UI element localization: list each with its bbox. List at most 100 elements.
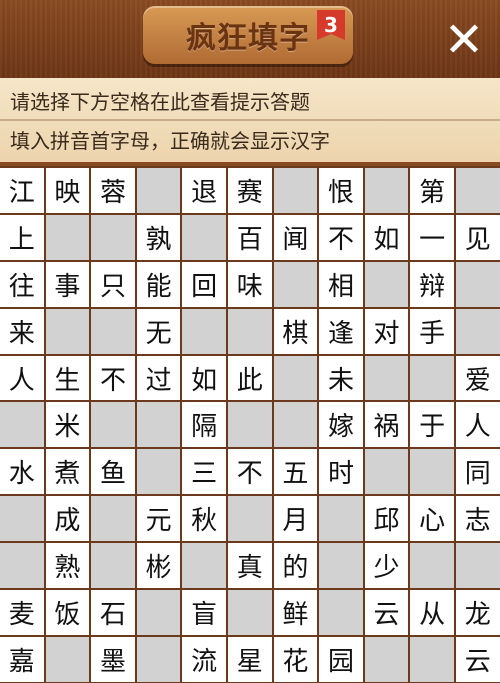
top-bar: 疯狂填字 3 ✕ — [0, 0, 500, 78]
grid-letter-cell[interactable]: 不 — [227, 449, 272, 495]
grid-letter-cell[interactable]: 水 — [0, 449, 44, 495]
grid-letter-cell[interactable]: 熟 — [45, 543, 90, 589]
grid-block-cell — [91, 214, 135, 260]
grid-letter-cell[interactable]: 于 — [410, 402, 454, 448]
grid-letter-cell[interactable]: 云 — [364, 590, 409, 635]
grid-letter-cell[interactable]: 人 — [0, 355, 44, 401]
grid-letter-cell[interactable]: 饭 — [45, 590, 90, 635]
grid-letter-cell[interactable]: 云 — [455, 636, 500, 682]
grid-letter-cell[interactable]: 棋 — [273, 308, 318, 354]
grid-letter-cell[interactable]: 味 — [227, 261, 272, 307]
grid-letter-cell[interactable]: 恨 — [319, 168, 363, 213]
grid-letter-cell[interactable]: 从 — [410, 590, 454, 635]
grid-block-cell — [319, 496, 363, 542]
grid-block-cell — [455, 543, 500, 589]
grid-letter-cell[interactable]: 石 — [91, 590, 135, 635]
grid-letter-cell[interactable]: 蓉 — [91, 168, 135, 213]
grid-letter-cell[interactable]: 祸 — [364, 402, 409, 448]
grid-block-cell — [182, 543, 226, 589]
grid-letter-cell[interactable]: 花 — [273, 636, 318, 682]
grid-letter-cell[interactable]: 隔 — [182, 402, 226, 448]
grid-letter-cell[interactable]: 江 — [0, 168, 44, 213]
grid-letter-cell[interactable]: 秋 — [182, 496, 226, 542]
grid-letter-cell[interactable]: 米 — [45, 402, 90, 448]
grid-letter-cell[interactable]: 孰 — [136, 214, 181, 260]
grid-block-cell — [227, 308, 272, 354]
grid-letter-cell[interactable]: 往 — [0, 261, 44, 307]
grid-letter-cell[interactable]: 对 — [364, 308, 409, 354]
grid-letter-cell[interactable]: 赛 — [227, 168, 272, 213]
grid-letter-cell[interactable]: 月 — [273, 496, 318, 542]
grid-letter-cell[interactable]: 无 — [136, 308, 181, 354]
grid-letter-cell[interactable]: 五 — [273, 449, 318, 495]
grid-letter-cell[interactable]: 生 — [45, 355, 90, 401]
grid-letter-cell[interactable]: 心 — [410, 496, 454, 542]
grid-letter-cell[interactable]: 盲 — [182, 590, 226, 635]
grid-letter-cell[interactable]: 嘉 — [0, 636, 44, 682]
grid-letter-cell[interactable]: 志 — [455, 496, 500, 542]
grid-letter-cell[interactable]: 映 — [45, 168, 90, 213]
grid-letter-cell[interactable]: 第 — [410, 168, 454, 213]
grid-letter-cell[interactable]: 时 — [319, 449, 363, 495]
grid-letter-cell[interactable]: 墨 — [91, 636, 135, 682]
grid-letter-cell[interactable]: 元 — [136, 496, 181, 542]
grid-block-cell — [91, 402, 135, 448]
grid-letter-cell[interactable]: 流 — [182, 636, 226, 682]
close-icon: ✕ — [443, 12, 485, 68]
grid-letter-cell[interactable]: 嫁 — [319, 402, 363, 448]
grid-letter-cell[interactable]: 来 — [0, 308, 44, 354]
grid-letter-cell[interactable]: 成 — [45, 496, 90, 542]
grid-letter-cell[interactable]: 过 — [136, 355, 181, 401]
grid-block-cell — [136, 636, 181, 682]
grid-letter-cell[interactable]: 人 — [455, 402, 500, 448]
grid-letter-cell[interactable]: 未 — [319, 355, 363, 401]
grid-letter-cell[interactable]: 此 — [227, 355, 272, 401]
grid-letter-cell[interactable]: 园 — [319, 636, 363, 682]
grid-letter-cell[interactable]: 爱 — [455, 355, 500, 401]
grid-letter-cell[interactable]: 只 — [91, 261, 135, 307]
grid-block-cell — [227, 590, 272, 635]
grid-letter-cell[interactable]: 真 — [227, 543, 272, 589]
grid-block-cell — [319, 543, 363, 589]
game-screen: 疯狂填字 3 ✕ 请选择下方空格在此查看提示答题 填入拼音首字母，正确就会显示汉… — [0, 0, 500, 683]
grid-letter-cell[interactable]: 星 — [227, 636, 272, 682]
grid-letter-cell[interactable]: 三 — [182, 449, 226, 495]
grid-letter-cell[interactable]: 煮 — [45, 449, 90, 495]
grid-letter-cell[interactable]: 彬 — [136, 543, 181, 589]
grid-letter-cell[interactable]: 如 — [182, 355, 226, 401]
grid-block-cell — [455, 308, 500, 354]
grid-letter-cell[interactable]: 能 — [136, 261, 181, 307]
grid-letter-cell[interactable]: 闻 — [273, 214, 318, 260]
grid-letter-cell[interactable]: 不 — [319, 214, 363, 260]
grid-letter-cell[interactable]: 见 — [455, 214, 500, 260]
hint-line-1: 请选择下方空格在此查看提示答题 — [10, 90, 310, 114]
grid-letter-cell[interactable]: 退 — [182, 168, 226, 213]
grid-letter-cell[interactable]: 少 — [364, 543, 409, 589]
grid-block-cell — [410, 543, 454, 589]
grid-block-cell — [273, 355, 318, 401]
grid-letter-cell[interactable]: 不 — [91, 355, 135, 401]
grid-letter-cell[interactable]: 回 — [182, 261, 226, 307]
grid-block-cell — [45, 214, 90, 260]
grid-letter-cell[interactable]: 事 — [45, 261, 90, 307]
grid-letter-cell[interactable]: 龙 — [455, 590, 500, 635]
grid-letter-cell[interactable]: 上 — [0, 214, 44, 260]
grid-letter-cell[interactable]: 一 — [410, 214, 454, 260]
grid-block-cell — [91, 308, 135, 354]
grid-letter-cell[interactable]: 同 — [455, 449, 500, 495]
grid-letter-cell[interactable]: 鱼 — [91, 449, 135, 495]
grid-letter-cell[interactable]: 逢 — [319, 308, 363, 354]
grid-letter-cell[interactable]: 的 — [273, 543, 318, 589]
puzzle-board: 江映蓉退赛恨第上孰百闻不如一见往事只能回味相辩来无棋逢对手人生不过如此未爱米隔嫁… — [0, 166, 500, 683]
grid-letter-cell[interactable]: 邱 — [364, 496, 409, 542]
grid-letter-cell[interactable]: 麦 — [0, 590, 44, 635]
grid-letter-cell[interactable]: 手 — [410, 308, 454, 354]
grid-letter-cell[interactable]: 辩 — [410, 261, 454, 307]
grid-letter-cell[interactable]: 百 — [227, 214, 272, 260]
grid-block-cell — [410, 449, 454, 495]
grid-letter-cell[interactable]: 相 — [319, 261, 363, 307]
grid-letter-cell[interactable]: 如 — [364, 214, 409, 260]
close-button[interactable]: ✕ — [440, 16, 488, 64]
grid-block-cell — [136, 590, 181, 635]
grid-letter-cell[interactable]: 鲜 — [273, 590, 318, 635]
